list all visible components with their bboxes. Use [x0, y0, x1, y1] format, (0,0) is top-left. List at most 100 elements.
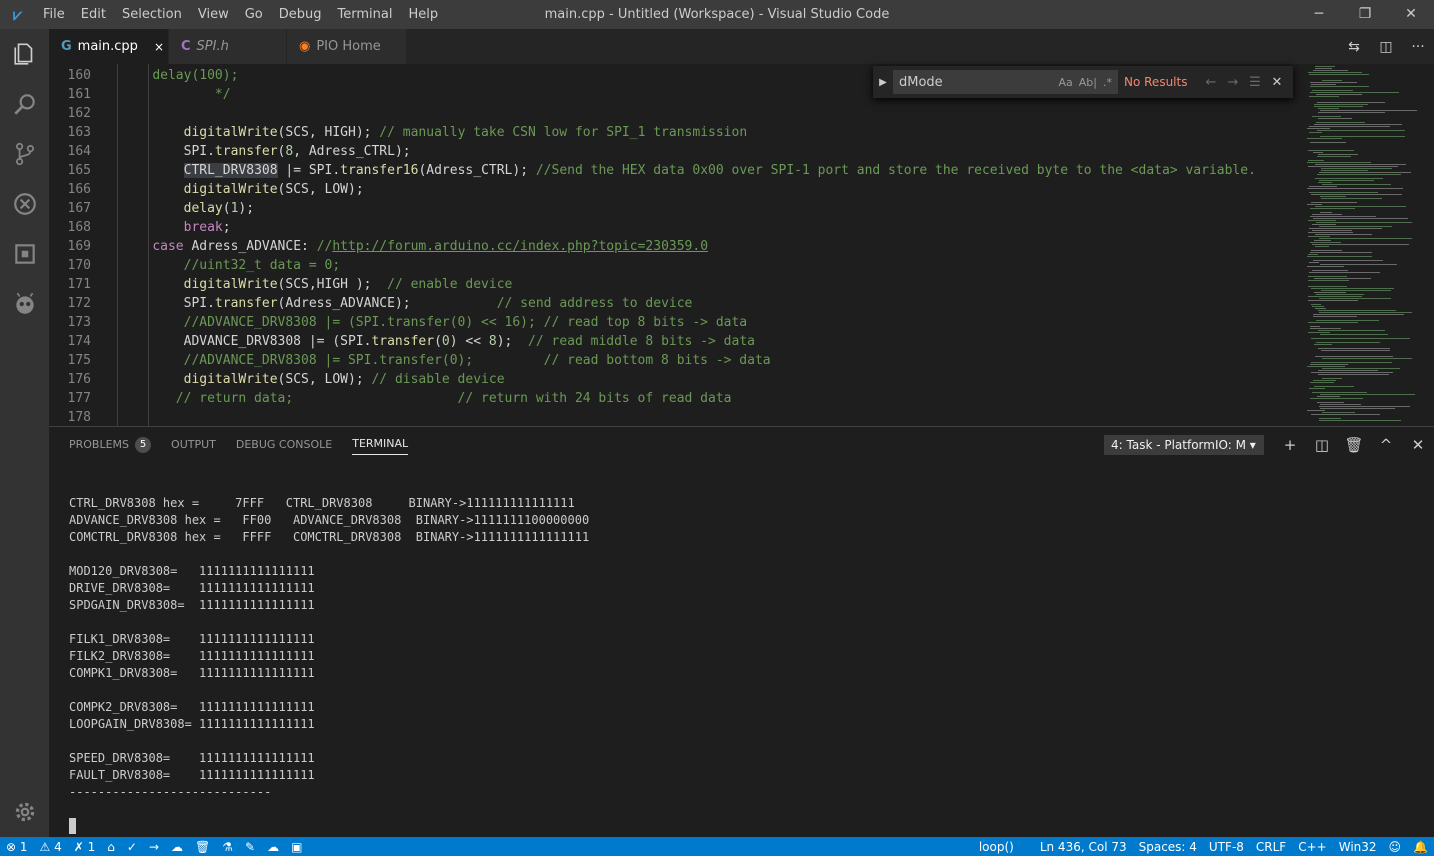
end-of-line[interactable]: CRLF	[1256, 840, 1286, 854]
terminal-select[interactable]: 4: Task - PlatformIO: M ▾	[1104, 434, 1264, 455]
menu-debug[interactable]: Debug	[271, 7, 330, 22]
pio-upload-icon[interactable]: →	[149, 840, 159, 854]
menu-view[interactable]: View	[190, 7, 237, 22]
tab-main-cpp[interactable]: G main.cpp ×	[49, 29, 169, 64]
activity-bar	[0, 29, 49, 837]
cpp-file-icon: G	[61, 39, 72, 54]
editor-scrollbar[interactable]	[1426, 64, 1434, 426]
language-mode[interactable]: C++	[1298, 840, 1327, 854]
feedback-icon[interactable]: ☺	[1389, 840, 1402, 854]
explorer-icon[interactable]	[0, 29, 49, 79]
tab-debug-console[interactable]: DEBUG CONSOLE	[236, 427, 332, 462]
new-terminal-icon[interactable]: +	[1274, 436, 1306, 454]
menu-bar: File Edit Selection View Go Debug Termin…	[35, 7, 446, 22]
find-input[interactable]: dMode Aa Ab| .*	[893, 70, 1118, 94]
find-in-selection-icon[interactable]: ☰	[1244, 75, 1266, 90]
pio-serial-monitor-icon[interactable]: ☁	[267, 840, 279, 854]
kill-terminal-icon[interactable]: 🗑	[1338, 436, 1370, 454]
restore-button[interactable]: ❐	[1342, 0, 1388, 29]
code-line: 170 //uint32_t data = 0;	[67, 258, 341, 273]
match-word-icon[interactable]: Ab|	[1079, 76, 1097, 89]
warnings-count[interactable]: ⚠ 4	[40, 840, 62, 854]
status-bar: ⊗ 1 ⚠ 4 ✗ 1 ⌂ ✓ → ☁ 🗑 ⚗ ✎ ☁ ▣ loop() Ln …	[0, 837, 1434, 856]
split-terminal-icon[interactable]: ◫	[1306, 436, 1338, 454]
debug-icon[interactable]	[0, 179, 49, 229]
errors-count[interactable]: ⊗ 1	[6, 840, 28, 854]
search-icon[interactable]	[0, 79, 49, 129]
extensions-icon[interactable]	[0, 229, 49, 279]
close-window-button[interactable]: ✕	[1388, 0, 1434, 29]
pio-build-icon[interactable]: ✓	[127, 840, 137, 854]
menu-go[interactable]: Go	[237, 7, 271, 22]
platform[interactable]: Win32	[1339, 840, 1377, 854]
tab-pio-home[interactable]: ◉ PIO Home	[287, 29, 407, 64]
more-actions-icon[interactable]: ···	[1402, 39, 1434, 55]
menu-edit[interactable]: Edit	[73, 7, 114, 22]
misc-count[interactable]: ✗ 1	[74, 840, 96, 854]
code-line: 167 delay(1);	[67, 201, 255, 216]
pio-terminal-icon[interactable]: ▣	[291, 840, 302, 854]
code-line: 174 ADVANCE_DRV8308 |= (SPI.transfer(0) …	[67, 334, 755, 349]
menu-help[interactable]: Help	[400, 7, 446, 22]
menu-file[interactable]: File	[35, 7, 73, 22]
code-line: 166 digitalWrite(SCS, LOW);	[67, 182, 364, 197]
pio-home-icon[interactable]: ⌂	[107, 840, 115, 854]
problems-count-badge: 5	[135, 436, 152, 453]
compare-changes-icon[interactable]: ⇆	[1338, 39, 1370, 55]
code-line: 172 SPI.transfer(Adress_ADVANCE); // sen…	[67, 296, 693, 311]
find-result-count: No Results	[1124, 75, 1188, 89]
pio-test-icon[interactable]: ⚗	[222, 840, 233, 854]
settings-gear-icon[interactable]	[0, 787, 49, 837]
tab-terminal[interactable]: TERMINAL	[352, 434, 409, 455]
tab-label: PIO Home	[316, 39, 381, 54]
minimize-button[interactable]: ─	[1296, 0, 1342, 29]
editor-tabs: G main.cpp × C SPI.h ◉ PIO Home	[49, 29, 1434, 64]
editor-actions: ⇆ ◫ ···	[1338, 29, 1434, 64]
menu-terminal[interactable]: Terminal	[330, 7, 401, 22]
platformio-icon[interactable]	[0, 279, 49, 329]
tab-label: SPI.h	[196, 39, 229, 54]
split-editor-icon[interactable]: ◫	[1370, 39, 1402, 55]
close-panel-icon[interactable]: ✕	[1402, 436, 1434, 454]
code-line: 168 break;	[67, 220, 231, 235]
platformio-home-icon: ◉	[299, 39, 311, 54]
vscode-logo-icon: ⩗	[12, 4, 23, 24]
tab-output[interactable]: OUTPUT	[171, 427, 216, 462]
find-query: dMode	[899, 74, 943, 90]
source-control-icon[interactable]	[0, 129, 49, 179]
code-line: 162	[67, 106, 91, 121]
tab-label: main.cpp	[77, 39, 138, 54]
menu-selection[interactable]: Selection	[114, 7, 190, 22]
bottom-panel: PROBLEMS 5 OUTPUT DEBUG CONSOLE TERMINAL …	[49, 426, 1434, 838]
cursor-position[interactable]: Ln 436, Col 73	[1040, 840, 1127, 854]
close-find-icon[interactable]: ✕	[1266, 75, 1288, 90]
regex-icon[interactable]: .*	[1103, 76, 1112, 89]
encoding[interactable]: UTF-8	[1209, 840, 1244, 854]
toggle-replace-icon[interactable]: ▶	[873, 77, 893, 88]
tab-problems[interactable]: PROBLEMS 5	[69, 427, 152, 462]
terminal-output[interactable]: CTRL_DRV8308 hex = 7FFF CTRL_DRV8308 BIN…	[69, 495, 589, 801]
title-bar: ⩗ File Edit Selection View Go Debug Term…	[0, 0, 1434, 29]
notifications-bell-icon[interactable]: 🔔	[1413, 840, 1428, 854]
code-line: 164 SPI.transfer(8, Adress_CTRL);	[67, 144, 411, 159]
match-case-icon[interactable]: Aa	[1059, 76, 1073, 89]
next-match-icon[interactable]: →	[1222, 75, 1244, 90]
pio-remote-upload-icon[interactable]: ☁	[171, 840, 183, 854]
previous-match-icon[interactable]: ←	[1200, 75, 1222, 90]
code-line: 177 // return data; // return with 24 bi…	[67, 391, 732, 406]
close-tab-icon[interactable]: ×	[154, 40, 164, 54]
current-function[interactable]: loop()	[979, 840, 1014, 854]
code-line: 169 case Adress_ADVANCE: //http://forum.…	[67, 239, 709, 254]
maximize-panel-icon[interactable]: ^	[1370, 436, 1402, 454]
tab-spi-h[interactable]: C SPI.h	[169, 29, 287, 64]
code-line: 178	[67, 410, 91, 425]
minimap[interactable]	[1305, 64, 1426, 426]
code-editor[interactable]: 160 delay(100); 161 */ 162 163 digitalWr…	[49, 64, 1305, 426]
code-line: 175 //ADVANCE_DRV8308 |= SPI.transfer(0)…	[67, 353, 771, 368]
indentation[interactable]: Spaces: 4	[1139, 840, 1197, 854]
c-header-file-icon: C	[181, 39, 191, 54]
pio-clean-icon[interactable]: 🗑	[195, 840, 210, 854]
pio-run-task-icon[interactable]: ✎	[245, 840, 255, 854]
code-line: 165 CTRL_DRV8308 |= SPI.transfer16(Adres…	[67, 163, 1256, 178]
code-line: 176 digitalWrite(SCS, LOW); // disable d…	[67, 372, 505, 387]
